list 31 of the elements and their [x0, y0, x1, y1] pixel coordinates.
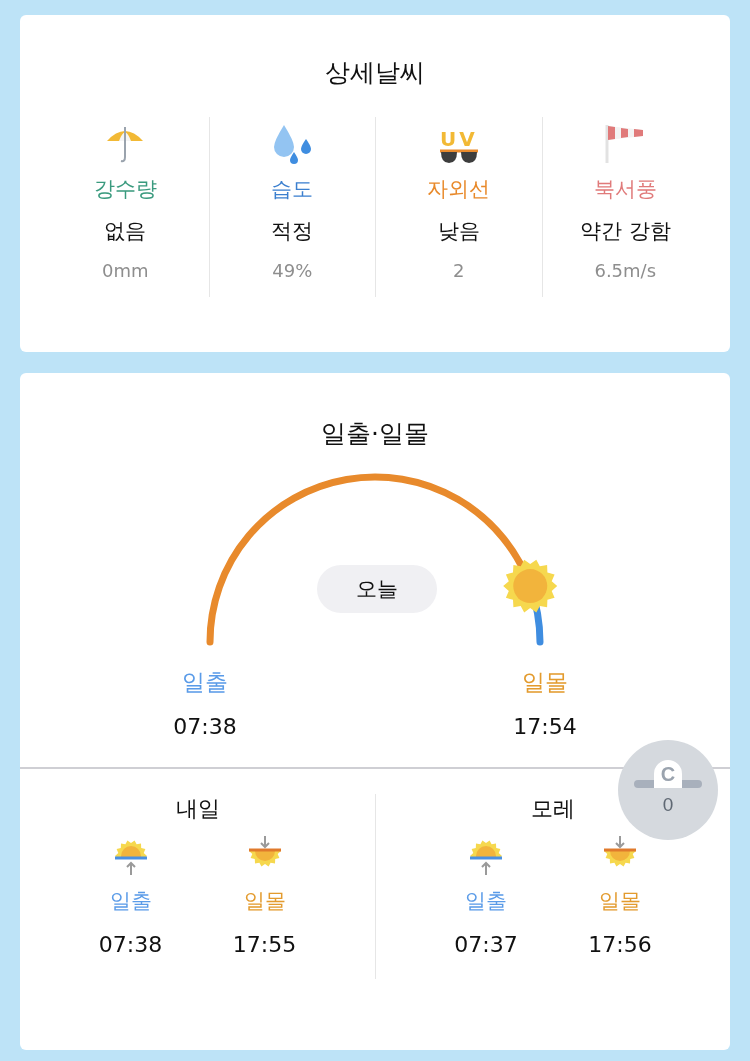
- stat-label: 자외선: [427, 176, 491, 203]
- event-time: 17:55: [232, 931, 297, 959]
- stat-value: 없음: [104, 218, 147, 245]
- event-time: 07:38: [98, 931, 163, 959]
- sun-icon: [503, 559, 558, 613]
- card-title: 일출·일몰: [320, 418, 430, 450]
- event-time: 07:37: [454, 931, 518, 959]
- sunset-label: 일몰: [522, 668, 568, 697]
- floating-counter-button[interactable]: C 0: [618, 740, 718, 840]
- card-title: 상세날씨: [324, 57, 426, 89]
- event-time: 17:56: [588, 931, 652, 959]
- event-label: 일출: [465, 888, 507, 915]
- stat-reading: 0mm: [102, 259, 149, 283]
- sunrise-label: 일출: [182, 668, 228, 697]
- stat-label: 강수량: [93, 176, 157, 203]
- stat-label: 북서풍: [593, 176, 657, 203]
- event-label: 일몰: [599, 888, 641, 915]
- stat-reading: 2: [453, 259, 465, 283]
- stat-reading: 6.5m/s: [594, 259, 657, 283]
- stat-reading: 49%: [272, 259, 313, 283]
- stat-label: 습도: [271, 176, 314, 203]
- stat-value: 낮음: [437, 218, 480, 245]
- today-badge: 오늘: [317, 565, 437, 613]
- sunset-time: 17:54: [513, 713, 577, 741]
- sunrise-time: 07:38: [173, 713, 237, 741]
- stat-value: 약간 강함: [579, 218, 671, 245]
- stat-value: 적정: [271, 218, 314, 245]
- day-title: 내일: [175, 795, 220, 823]
- event-label: 일출: [109, 888, 152, 915]
- event-label: 일몰: [243, 888, 286, 915]
- day-title: 모레: [531, 795, 575, 823]
